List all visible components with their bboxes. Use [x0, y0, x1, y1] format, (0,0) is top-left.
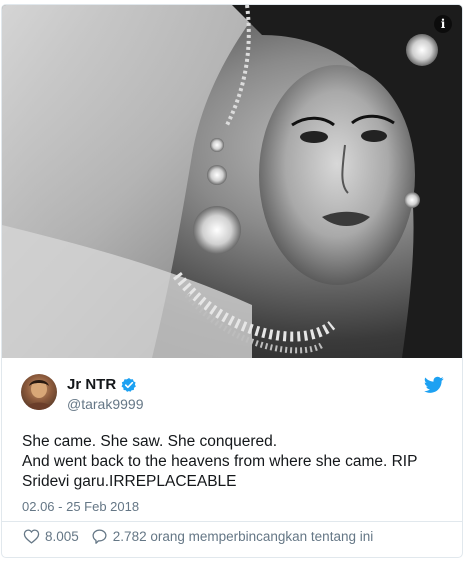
display-name[interactable]: Jr NTR — [67, 376, 116, 393]
tweet-text-line: Sridevi garu.IRREPLACEABLE — [22, 473, 237, 490]
avatar-image — [25, 380, 53, 410]
tweet-text-line: She came. She saw. She conquered. — [22, 433, 278, 450]
photo-illustration — [2, 5, 462, 358]
info-icon[interactable]: i — [434, 15, 452, 33]
tweet-photo[interactable]: i — [2, 5, 462, 358]
divider — [2, 521, 462, 522]
tweet-timestamp[interactable]: 02.06 - 25 Feb 2018 — [22, 499, 139, 514]
speech-bubble-icon — [92, 529, 107, 544]
heart-icon — [23, 529, 40, 544]
embedded-tweet-card: i Jr NTR @tarak9999 She came. She saw. S… — [1, 4, 463, 558]
user-handle[interactable]: @tarak9999 — [67, 396, 143, 412]
like-action[interactable]: 8.005 — [23, 528, 79, 545]
tweet-body: Jr NTR @tarak9999 She came. She saw. She… — [2, 358, 462, 557]
avatar[interactable] — [21, 374, 57, 410]
tweet-text-line: And went back to the heavens from where … — [22, 453, 418, 470]
twitter-bird-icon[interactable] — [424, 376, 444, 394]
reply-action[interactable]: 2.782 orang memperbincangkan tentang ini — [91, 528, 373, 545]
tweet-actions: 8.005 2.782 orang memperbincangkan tenta… — [23, 528, 385, 545]
reply-count: 2.782 orang memperbincangkan tentang ini — [112, 529, 374, 544]
like-count: 8.005 — [45, 529, 79, 544]
user-name-row[interactable]: Jr NTR — [67, 376, 137, 393]
verified-badge-icon — [121, 377, 137, 392]
tweet-text: She came. She saw. She conquered. And we… — [22, 432, 447, 492]
